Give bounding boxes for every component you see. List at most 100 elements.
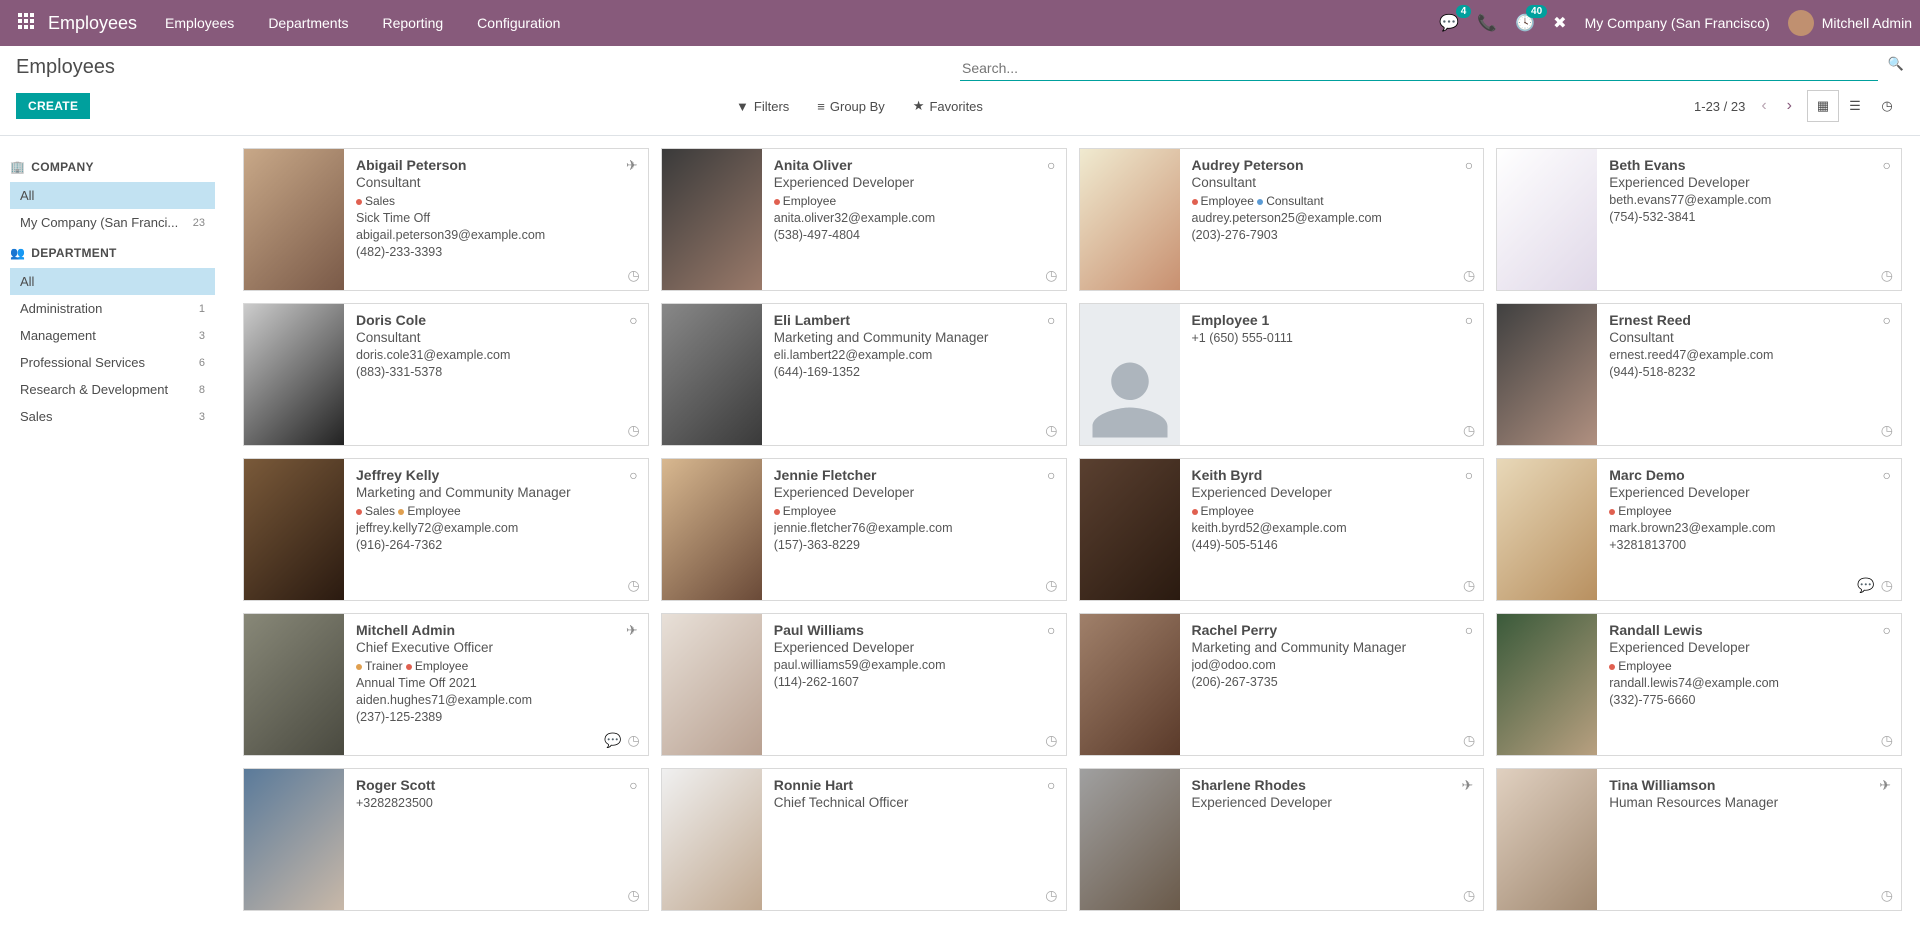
clock-icon[interactable]: ◷ bbox=[1463, 422, 1475, 439]
employee-card[interactable]: ✈💬◷Mitchell AdminChief Executive Officer… bbox=[243, 613, 649, 756]
employee-card[interactable]: ○◷Employee 1+1 (650) 555-0111 bbox=[1079, 303, 1485, 446]
messages-icon[interactable]: 💬4 bbox=[1439, 13, 1459, 33]
employee-card[interactable]: ○💬◷Marc DemoExperienced DeveloperEmploye… bbox=[1496, 458, 1902, 601]
search-input[interactable] bbox=[960, 56, 1878, 81]
status-icon[interactable]: ○ bbox=[1465, 157, 1473, 173]
employee-card[interactable]: ○◷Randall LewisExperienced DeveloperEmpl… bbox=[1496, 613, 1902, 756]
employee-card[interactable]: ○◷Roger Scott+3282823500 bbox=[243, 768, 649, 911]
view-switcher: ▦ ☰ ◷ bbox=[1806, 89, 1904, 123]
status-icon[interactable]: ○ bbox=[629, 467, 637, 483]
status-icon[interactable]: ○ bbox=[1465, 622, 1473, 638]
status-icon[interactable]: ○ bbox=[1047, 157, 1055, 173]
pager-next[interactable]: › bbox=[1783, 95, 1796, 117]
list-view-button[interactable]: ☰ bbox=[1839, 90, 1871, 122]
employee-role: Experienced Developer bbox=[774, 640, 1056, 655]
status-icon[interactable]: ○ bbox=[629, 312, 637, 328]
employee-card[interactable]: ○◷Rachel PerryMarketing and Community Ma… bbox=[1079, 613, 1485, 756]
clock-icon[interactable]: ◷ bbox=[628, 422, 640, 439]
clock-icon[interactable]: ◷ bbox=[628, 577, 640, 594]
employee-card[interactable]: ○◷Audrey PetersonConsultantEmployee Cons… bbox=[1079, 148, 1485, 291]
employee-card[interactable]: ✈◷Tina WilliamsonHuman Resources Manager bbox=[1496, 768, 1902, 911]
status-icon[interactable]: ○ bbox=[1883, 622, 1891, 638]
status-icon[interactable]: ○ bbox=[629, 777, 637, 793]
clock-icon[interactable]: ◷ bbox=[1463, 887, 1475, 904]
clock-icon[interactable]: ◷ bbox=[1881, 732, 1893, 749]
nav-employees[interactable]: Employees bbox=[165, 15, 234, 31]
employee-card[interactable]: ○◷Doris ColeConsultantdoris.cole31@examp… bbox=[243, 303, 649, 446]
activities-icon[interactable]: 🕓40 bbox=[1515, 13, 1535, 33]
sidebar-company-title: 🏢COMPANY bbox=[10, 160, 215, 174]
clock-icon[interactable]: ◷ bbox=[1463, 267, 1475, 284]
groupby-button[interactable]: ≡Group By bbox=[817, 98, 885, 114]
search-icon[interactable]: 🔍 bbox=[1888, 56, 1904, 72]
employee-name: Mitchell Admin bbox=[356, 622, 638, 638]
away-icon[interactable]: ✈ bbox=[626, 157, 638, 174]
status-icon[interactable]: ○ bbox=[1883, 467, 1891, 483]
phone-icon[interactable]: 📞 bbox=[1477, 13, 1497, 33]
status-icon[interactable]: ○ bbox=[1047, 777, 1055, 793]
apps-icon[interactable] bbox=[18, 13, 38, 33]
employee-name: Ernest Reed bbox=[1609, 312, 1891, 328]
clock-icon[interactable]: ◷ bbox=[1463, 732, 1475, 749]
clock-icon[interactable]: ◷ bbox=[628, 267, 640, 284]
employee-info-line: ernest.reed47@example.com bbox=[1609, 348, 1891, 362]
clock-icon[interactable]: ◷ bbox=[1045, 267, 1057, 284]
dept-item[interactable]: Administration1 bbox=[10, 295, 215, 322]
user-menu[interactable]: Mitchell Admin bbox=[1788, 10, 1912, 36]
employee-info-line: (538)-497-4804 bbox=[774, 228, 1056, 242]
clock-icon[interactable]: ◷ bbox=[1463, 577, 1475, 594]
dept-item[interactable]: All bbox=[10, 268, 215, 295]
create-button[interactable]: CREATE bbox=[16, 93, 90, 119]
clock-icon[interactable]: ◷ bbox=[1045, 732, 1057, 749]
clock-icon[interactable]: ◷ bbox=[1881, 267, 1893, 284]
employee-card[interactable]: ○◷Beth EvansExperienced Developerbeth.ev… bbox=[1496, 148, 1902, 291]
clock-icon[interactable]: ◷ bbox=[1045, 887, 1057, 904]
pager-prev[interactable]: ‹ bbox=[1757, 95, 1770, 117]
employee-card[interactable]: ○◷Eli LambertMarketing and Community Man… bbox=[661, 303, 1067, 446]
clock-icon[interactable]: ◷ bbox=[1881, 887, 1893, 904]
employee-card[interactable]: ○◷Keith ByrdExperienced DeveloperEmploye… bbox=[1079, 458, 1485, 601]
employee-card[interactable]: ○◷Anita OliverExperienced DeveloperEmplo… bbox=[661, 148, 1067, 291]
away-icon[interactable]: ✈ bbox=[626, 622, 638, 639]
kanban-view-button[interactable]: ▦ bbox=[1807, 90, 1839, 122]
away-icon[interactable]: ✈ bbox=[1879, 777, 1891, 794]
status-icon[interactable]: ○ bbox=[1883, 157, 1891, 173]
company-switcher[interactable]: My Company (San Francisco) bbox=[1585, 15, 1770, 31]
activity-icon[interactable]: 💬 bbox=[1857, 577, 1874, 594]
nav-reporting[interactable]: Reporting bbox=[382, 15, 443, 31]
dept-item[interactable]: Sales3 bbox=[10, 403, 215, 430]
nav-configuration[interactable]: Configuration bbox=[477, 15, 560, 31]
clock-icon[interactable]: ◷ bbox=[1045, 577, 1057, 594]
dept-item[interactable]: Professional Services6 bbox=[10, 349, 215, 376]
clock-icon[interactable]: ◷ bbox=[628, 887, 640, 904]
clock-icon[interactable]: ◷ bbox=[628, 732, 640, 749]
favorites-button[interactable]: ★Favorites bbox=[913, 98, 983, 114]
clock-icon[interactable]: ◷ bbox=[1881, 577, 1893, 594]
activity-icon[interactable]: 💬 bbox=[604, 732, 621, 749]
dept-item[interactable]: Management3 bbox=[10, 322, 215, 349]
employee-card[interactable]: ○◷Ronnie HartChief Technical Officer bbox=[661, 768, 1067, 911]
status-icon[interactable]: ○ bbox=[1047, 622, 1055, 638]
employee-card[interactable]: ○◷Ernest ReedConsultanternest.reed47@exa… bbox=[1496, 303, 1902, 446]
employee-card[interactable]: ○◷Jennie FletcherExperienced DeveloperEm… bbox=[661, 458, 1067, 601]
employee-card[interactable]: ○◷Jeffrey KellyMarketing and Community M… bbox=[243, 458, 649, 601]
employee-card[interactable]: ✈◷Sharlene RhodesExperienced Developer bbox=[1079, 768, 1485, 911]
status-icon[interactable]: ○ bbox=[1047, 312, 1055, 328]
employee-card[interactable]: ✈◷Abigail PetersonConsultantSalesSick Ti… bbox=[243, 148, 649, 291]
company-item[interactable]: All bbox=[10, 182, 215, 209]
filters-button[interactable]: ▼Filters bbox=[736, 98, 789, 114]
activity-view-button[interactable]: ◷ bbox=[1871, 90, 1903, 122]
debug-icon[interactable]: ✖ bbox=[1553, 13, 1566, 33]
clock-icon[interactable]: ◷ bbox=[1045, 422, 1057, 439]
status-icon[interactable]: ○ bbox=[1465, 312, 1473, 328]
employee-card[interactable]: ○◷Paul WilliamsExperienced Developerpaul… bbox=[661, 613, 1067, 756]
employee-info-line: (482)-233-3393 bbox=[356, 245, 638, 259]
dept-item[interactable]: Research & Development8 bbox=[10, 376, 215, 403]
clock-icon[interactable]: ◷ bbox=[1881, 422, 1893, 439]
company-item[interactable]: My Company (San Franci...23 bbox=[10, 209, 215, 236]
nav-departments[interactable]: Departments bbox=[268, 15, 348, 31]
status-icon[interactable]: ○ bbox=[1465, 467, 1473, 483]
status-icon[interactable]: ○ bbox=[1883, 312, 1891, 328]
status-icon[interactable]: ○ bbox=[1047, 467, 1055, 483]
away-icon[interactable]: ✈ bbox=[1462, 777, 1474, 794]
